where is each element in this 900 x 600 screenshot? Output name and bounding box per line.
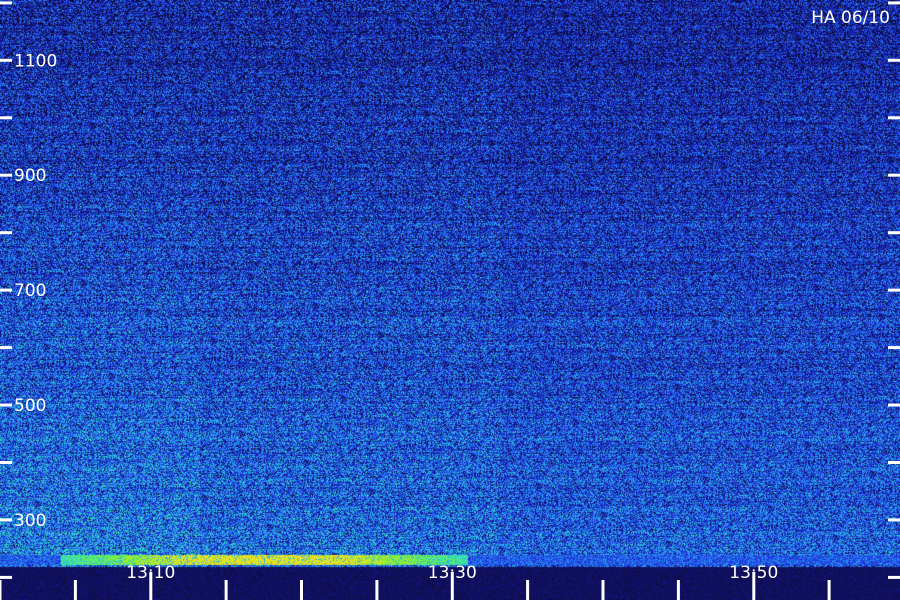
chart-overlay: 300 500 700 900 1100 13:10 13:30 13:50 HA 06/1…	[0, 1, 900, 600]
y-tick-label: 500	[14, 396, 46, 416]
y-ticks-left	[0, 1, 12, 579]
y-tick-labels: 300 500 700 900 1100	[14, 51, 57, 531]
y-tick-label: 700	[14, 281, 46, 301]
x-tick-label: 13:10	[126, 563, 175, 583]
y-tick-label: 1100	[14, 51, 57, 71]
x-tick-labels: 13:10 13:30 13:50	[126, 563, 778, 583]
y-tick-label: 900	[14, 166, 46, 186]
y-tick-label: 300	[14, 511, 46, 531]
chart-title: HA 06/10	[811, 8, 890, 28]
x-tick-label: 13:50	[729, 563, 778, 583]
spectrogram-chart: 300 500 700 900 1100 13:10 13:30 13:50 HA 06/1…	[0, 0, 900, 600]
x-ticks-bottom	[0, 572, 831, 600]
y-ticks-right	[888, 1, 900, 579]
x-tick-label: 13:30	[428, 563, 477, 583]
